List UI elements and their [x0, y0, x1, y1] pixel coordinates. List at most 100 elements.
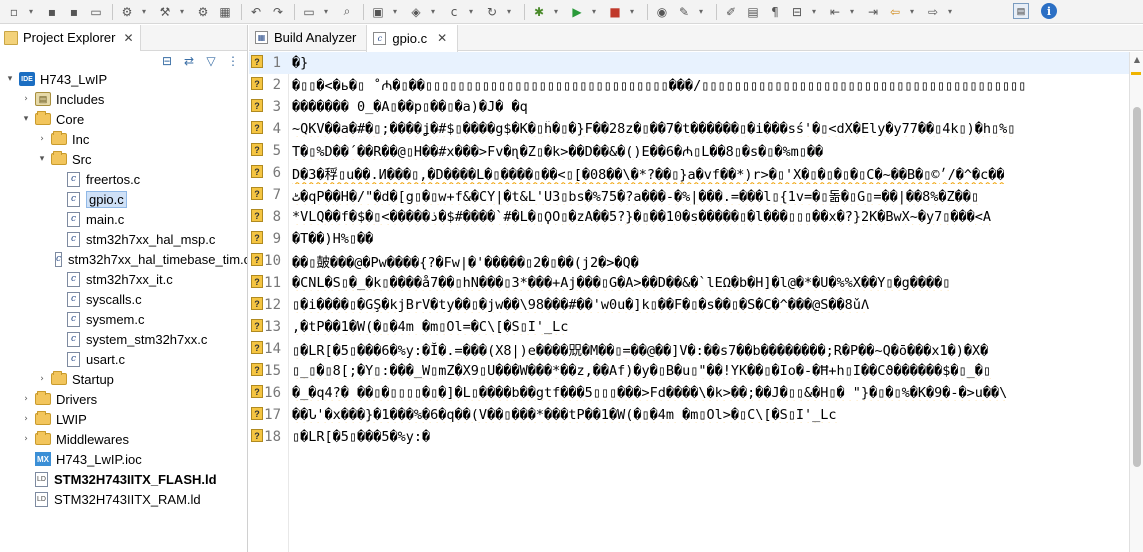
tree-item[interactable]: ▾ IDE H743_LwIP: [0, 69, 247, 89]
warning-marker-icon[interactable]: ?: [251, 165, 263, 178]
chevron-down-icon[interactable]: ▾: [551, 3, 561, 21]
code-line[interactable]: ? 14 ▯�LR[�5▯���6�%y:�Ĭ�.=���(X8|)e����㒭�M…: [249, 338, 1129, 360]
build-settings-icon[interactable]: ⚙: [117, 3, 137, 21]
project-icon[interactable]: ▣: [368, 3, 388, 21]
tree-item[interactable]: c sysmem.c: [0, 309, 247, 329]
tree-item[interactable]: LD STM32H743IITX_FLASH.ld: [0, 469, 247, 489]
chevron-down-icon[interactable]: ▾: [26, 3, 36, 21]
tree-item[interactable]: MX H743_LwIP.ioc: [0, 449, 247, 469]
tree-item[interactable]: c gpio.c: [0, 189, 247, 209]
collapse-all-icon[interactable]: ⊟: [159, 53, 175, 69]
pen-icon[interactable]: ✐: [721, 3, 741, 21]
code-line[interactable]: ? 8 *VLQ��f�$�▯<�����ذ�$#����`#�L�▯ϘO▯�zA�…: [249, 206, 1129, 228]
warning-marker-icon[interactable]: ?: [251, 297, 263, 310]
code-line[interactable]: ? 17 ��Ն'�x���}�1���%�6�q��(V��▯���*���tP�…: [249, 404, 1129, 426]
new-file-icon[interactable]: ▫: [4, 3, 24, 21]
tree-item[interactable]: › ▤ Includes: [0, 89, 247, 109]
warning-marker-icon[interactable]: ?: [251, 231, 263, 244]
magic-wand-icon[interactable]: ✎: [674, 3, 694, 21]
code-line[interactable]: ? 2 �▯▯�<�ь�▯ ˚₼�▯��▯▯▯▯▯▯▯▯▯▯▯▯▯▯▯▯▯▯▯▯▯▯…: [249, 74, 1129, 96]
chevron-down-icon[interactable]: ▾: [4, 74, 16, 84]
code-line[interactable]: ? 1 �}: [249, 52, 1129, 74]
annotation-icon[interactable]: ⊟: [787, 3, 807, 21]
warning-marker-icon[interactable]: ?: [251, 121, 263, 134]
chevron-down-icon[interactable]: ▾: [321, 3, 331, 21]
chevron-right-icon[interactable]: ›: [20, 94, 32, 104]
print-icon[interactable]: ▭: [86, 3, 106, 21]
tab-project-explorer[interactable]: Project Explorer ✕: [0, 24, 141, 51]
chevron-down-icon[interactable]: ▾: [466, 3, 476, 21]
chevron-down-icon[interactable]: ▾: [847, 3, 857, 21]
chevron-right-icon[interactable]: ›: [36, 134, 48, 144]
code-line[interactable]: ? 11 �CNL�S▯�_�k▯����å7��▯hN���▯3*���+Aj��…: [249, 272, 1129, 294]
info-icon[interactable]: i: [1041, 3, 1057, 19]
tree-item[interactable]: › Startup: [0, 369, 247, 389]
refresh-icon[interactable]: ↻: [482, 3, 502, 21]
chevron-right-icon[interactable]: ›: [20, 434, 32, 444]
warning-marker-icon[interactable]: ?: [251, 407, 263, 420]
close-icon[interactable]: ✕: [437, 31, 447, 45]
code-line[interactable]: ? 4 ~QKV��a�#�▯;����ʝ�#$▯����g$�K�▯h̃�▯�}F…: [249, 118, 1129, 140]
warning-marker-icon[interactable]: ?: [251, 319, 263, 332]
binary-icon[interactable]: ▦: [215, 3, 235, 21]
build-icon[interactable]: ⚒: [155, 3, 175, 21]
tree-item[interactable]: › Middlewares: [0, 429, 247, 449]
pilcrow-icon[interactable]: ¶: [765, 3, 785, 21]
warning-marker-icon[interactable]: ?: [251, 385, 263, 398]
tree-item[interactable]: c main.c: [0, 209, 247, 229]
chevron-down-icon[interactable]: ▾: [589, 3, 599, 21]
tab-build-analyzer[interactable]: ▦ Build Analyzer: [249, 25, 366, 51]
vertical-scrollbar[interactable]: ▲: [1129, 52, 1143, 552]
chevron-down-icon[interactable]: ▾: [36, 154, 48, 164]
warning-marker-icon[interactable]: ?: [251, 341, 263, 354]
chevron-down-icon[interactable]: ▾: [907, 3, 917, 21]
view-menu-icon[interactable]: ⋮: [225, 53, 241, 69]
save-icon[interactable]: ▪: [42, 3, 62, 21]
tree-item[interactable]: c freertos.c: [0, 169, 247, 189]
chevron-down-icon[interactable]: ▾: [390, 3, 400, 21]
tree-item[interactable]: c stm32h7xx_hal_timebase_tim.c: [0, 249, 247, 269]
tree-item[interactable]: c stm32h7xx_hal_msp.c: [0, 229, 247, 249]
code-line[interactable]: ? 6 D�3�稃▯u��.И���▯,�D����L�▯����▯��<▯[�08…: [249, 162, 1129, 184]
overview-marker[interactable]: [1131, 72, 1141, 75]
chevron-right-icon[interactable]: ›: [36, 374, 48, 384]
warning-marker-icon[interactable]: ?: [251, 209, 263, 222]
code-line[interactable]: ? 12 ▯�i����▯�GŞ�kjBrV�ty��▯�jw��\98���#��…: [249, 294, 1129, 316]
tree-item[interactable]: › Inc: [0, 129, 247, 149]
nav-next-icon[interactable]: ⇥: [863, 3, 883, 21]
debug-config-icon[interactable]: ⚙: [193, 3, 213, 21]
code-line[interactable]: ? 16 �_�q4?� ��▯�▯▯▯▯�▯�]�L▯����b��gtf���5…: [249, 382, 1129, 404]
code-line[interactable]: ? 15 ▯_▯�▯8[;�Y▯:���_W▯mZ�X9▯U���W���*��z,…: [249, 360, 1129, 382]
code-line[interactable]: ? 3 ������� 0_�A▯��p▯��▯�a)�J� �q: [249, 96, 1129, 118]
tree-item[interactable]: ▾ Core: [0, 109, 247, 129]
stop-icon[interactable]: ■: [605, 3, 625, 21]
new-c-file-icon[interactable]: c: [444, 3, 464, 21]
warning-marker-icon[interactable]: ?: [251, 143, 263, 156]
chevron-right-icon[interactable]: ›: [20, 414, 32, 424]
chevron-down-icon[interactable]: ▾: [809, 3, 819, 21]
perspective-icon[interactable]: ▤: [1013, 3, 1029, 19]
warning-marker-icon[interactable]: ?: [251, 187, 263, 200]
run-icon[interactable]: ▶: [567, 3, 587, 21]
code-line[interactable]: ? 18 ▯�LR[�5▯���5�%y:�: [249, 426, 1129, 448]
new-class-icon[interactable]: ◈: [406, 3, 426, 21]
warning-marker-icon[interactable]: ?: [251, 275, 263, 288]
tree-item[interactable]: c stm32h7xx_it.c: [0, 269, 247, 289]
external-tools-icon[interactable]: ◉: [652, 3, 672, 21]
chevron-right-icon[interactable]: ›: [20, 394, 32, 404]
code-line[interactable]: ? 10 ��▯皷���@�Pw����{?�Fw|�'�����▯2�▯��(j2…: [249, 250, 1129, 272]
code-line[interactable]: ? 9 �T��)H%▯��: [249, 228, 1129, 250]
debug-icon[interactable]: ✱: [529, 3, 549, 21]
chevron-down-icon[interactable]: ▾: [139, 3, 149, 21]
warning-marker-icon[interactable]: ?: [251, 253, 263, 266]
nav-prev-icon[interactable]: ⇤: [825, 3, 845, 21]
chevron-down-icon[interactable]: ▾: [177, 3, 187, 21]
warning-marker-icon[interactable]: ?: [251, 77, 263, 90]
code-line[interactable]: ? 13 ,�tP��1�W(�▯�4m �m▯Ol=�C\[�S▯I'_Lc: [249, 316, 1129, 338]
scrollbar-thumb[interactable]: [1133, 107, 1141, 467]
chevron-down-icon[interactable]: ▾: [627, 3, 637, 21]
undo-icon[interactable]: ↶: [246, 3, 266, 21]
highlight-icon[interactable]: ▤: [743, 3, 763, 21]
code-line[interactable]: ? 7 ٹ�qP��H�/"�d�[g▯�▯w+f&�CY|�t&L'U3▯bs�%…: [249, 184, 1129, 206]
chevron-down-icon[interactable]: ▾: [428, 3, 438, 21]
